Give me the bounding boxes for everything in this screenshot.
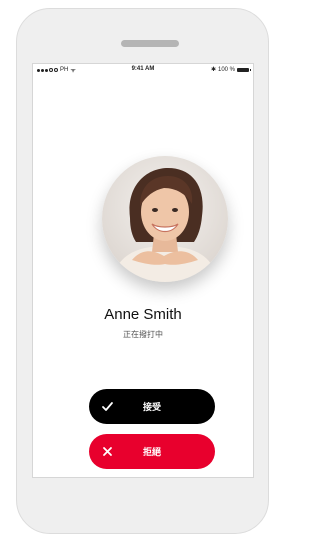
person-photo-icon: [102, 156, 228, 282]
call-status-text: 正在撥打中: [123, 330, 163, 339]
caller-name: Anne Smith: [104, 306, 182, 323]
caller-avatar: [102, 156, 228, 282]
bluetooth-icon: ✱: [210, 67, 216, 73]
battery-percent: 100 %: [217, 66, 235, 73]
decline-call-button[interactable]: 拒絕: [89, 434, 215, 469]
status-bar-right: ✱ 100 %: [210, 66, 251, 73]
phone-frame: PH ᯤ 9:41 AM ✱ 100 % Anne Smith 正在撥打中 接受…: [16, 8, 269, 534]
status-bar: PH ᯤ 9:41 AM ✱ 100 %: [33, 64, 253, 76]
battery-icon: [237, 67, 251, 72]
call-screen: PH ᯤ 9:41 AM ✱ 100 % Anne Smith 正在撥打中 接受…: [32, 63, 254, 478]
accept-call-button[interactable]: 接受: [89, 389, 215, 424]
phone-speaker: [121, 40, 179, 47]
close-icon: [103, 447, 112, 456]
check-icon: [102, 402, 113, 411]
